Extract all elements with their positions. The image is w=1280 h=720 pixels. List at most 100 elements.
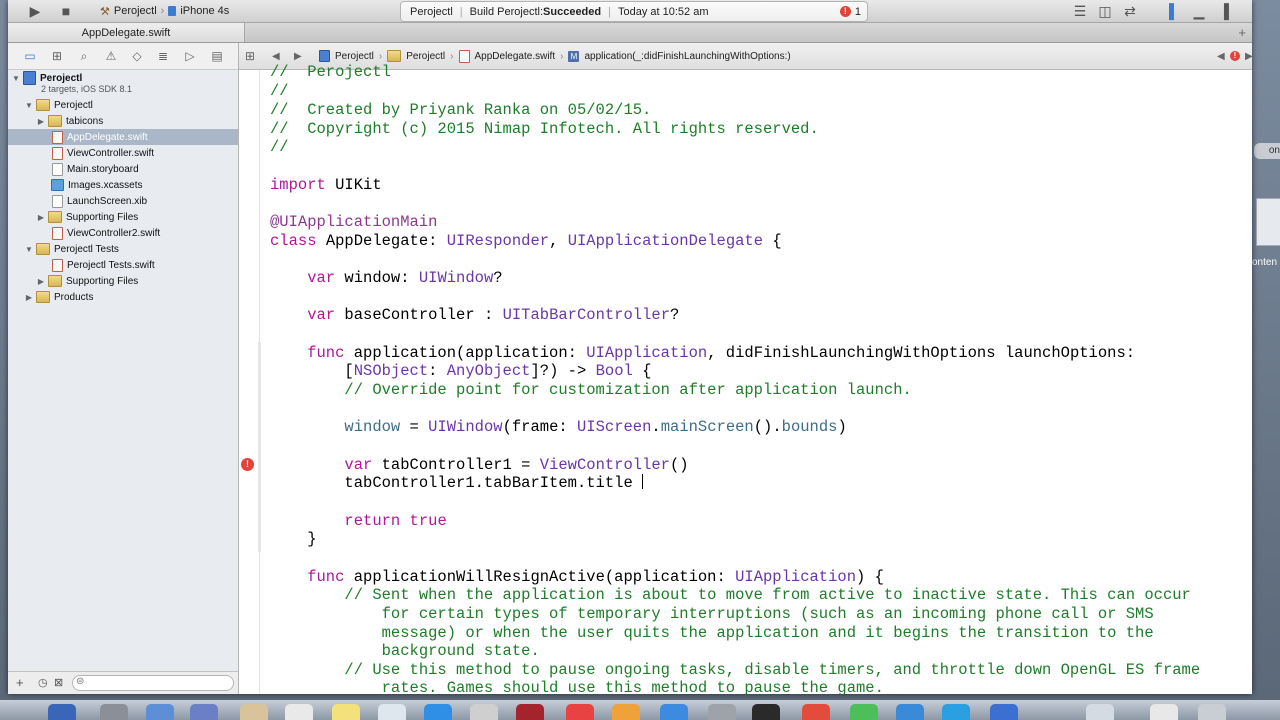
jump-bar: ⊞ ◀ ▶ Perojectl › Perojectl › AppDelegat… [239,43,1252,70]
tree-item[interactable]: ViewController.swift [8,145,238,161]
xcode-icon[interactable] [896,704,924,720]
breadcrumb-group[interactable]: Perojectl [406,51,445,62]
symbol-navigator-icon[interactable]: ⊞ [49,49,65,63]
safari-icon[interactable] [146,704,174,720]
error-icon[interactable]: ! [1230,43,1240,69]
reminders-icon[interactable] [378,704,406,720]
tree-item[interactable]: ▶ Supporting Files [8,273,238,289]
launchpad-icon[interactable] [100,704,128,720]
desktop-file-icon[interactable] [1256,198,1280,246]
breadcrumb-project[interactable]: Perojectl [335,51,374,62]
project-subtitle-row: 2 targets, iOS SDK 8.1 [8,83,238,95]
ibooks-icon[interactable] [612,704,640,720]
issues-indicator[interactable]: ! 1 [839,6,861,18]
chrome-icon[interactable] [802,704,830,720]
scheme-selector[interactable]: ⚒ Perojectl › iPhone 4s [100,3,229,19]
breadcrumb-file[interactable]: AppDelegate.swift [475,51,556,62]
disclosure-icon: ▶ [37,116,45,126]
run-icon[interactable]: ▶ [26,3,44,19]
downloads-stack-icon[interactable] [1086,704,1114,720]
activity-project: Perojectl [410,5,453,18]
code-line: // Created by Priyank Ranka on 05/02/15. [270,101,652,119]
text-cursor [642,474,644,489]
code-line: background state. [270,642,540,660]
documents-stack-icon[interactable] [1150,704,1178,720]
finder-icon[interactable] [48,704,76,720]
tree-item[interactable]: LaunchScreen.xib [8,193,238,209]
test-navigator-icon[interactable]: ◇ [129,49,145,63]
source-editor[interactable]: ! // Perojectl // // Created by Priyank … [239,63,1252,694]
terminal-icon[interactable] [752,704,780,720]
navigator-filter-input[interactable]: ⊜ [72,675,234,691]
asset-catalog-icon [51,179,64,191]
issue-navigator-icon[interactable]: ⚠ [103,49,119,63]
mail-icon[interactable] [190,704,218,720]
add-file-icon[interactable]: + [16,675,24,690]
navigator-toggle-icon[interactable]: ▌ [1166,3,1182,19]
itunes-icon[interactable] [566,704,594,720]
debug-navigator-icon[interactable]: ≣ [155,49,171,63]
breadcrumb-method[interactable]: application(_:didFinishLaunchingWithOpti… [584,51,790,62]
desktop-item-label: on [1254,143,1280,159]
tree-item[interactable]: ViewController2.swift [8,225,238,241]
code-fold-ribbon[interactable] [258,342,261,552]
scm-filter-icon[interactable]: ⊠ [54,676,63,689]
error-marker-icon[interactable]: ! [241,458,254,471]
app-store-icon[interactable] [660,704,688,720]
utilities-toggle-icon[interactable]: ▐ [1216,3,1232,19]
xcode-window: ▶ ■ ⚒ Perojectl › iPhone 4s Perojectl | … [8,0,1252,694]
system-preferences-icon[interactable] [708,704,736,720]
navigator-footer: + ◷ ⊠ ⊜ [8,671,238,694]
maps-icon[interactable] [424,704,452,720]
tree-item[interactable]: ▶ Products [8,289,238,305]
stop-icon[interactable]: ■ [58,3,74,19]
notes-icon[interactable] [332,704,360,720]
photos-icon[interactable] [470,704,498,720]
desktop-right-strip: on onten [1252,0,1280,700]
xib-file-icon [52,194,63,208]
debug-area-toggle-icon[interactable]: ▁ [1191,3,1207,19]
code-line-current[interactable]: tabController1.tabBarItem.title [270,474,644,493]
code-line: import UIKit [270,176,382,194]
recent-files-icon[interactable]: ◷ [38,676,48,689]
version-editor-icon[interactable]: ⇄ [1122,3,1138,19]
tree-item[interactable]: ▼ Perojectl [8,97,238,113]
code-line: } [270,530,317,548]
report-navigator-icon[interactable]: ▤ [209,49,225,63]
messages-icon[interactable] [850,704,878,720]
skype-icon[interactable] [942,704,970,720]
breakpoint-navigator-icon[interactable]: ▷ [182,49,198,63]
app-icon[interactable] [990,704,1018,720]
tab-appdelegate[interactable]: AppDelegate.swift [8,23,245,42]
related-items-icon[interactable]: ⊞ [245,43,255,69]
tree-item[interactable]: Images.xcassets [8,177,238,193]
folder-icon [48,211,62,223]
editor-gutter[interactable]: ! [239,70,260,694]
code-line: for certain types of temporary interrupt… [270,605,1154,623]
code-line: [NSObject: AnyObject]?) -> Bool { [270,362,652,380]
disclosure-icon: ▼ [12,73,20,83]
tree-item[interactable]: Perojectl Tests.swift [8,257,238,273]
photo-booth-icon[interactable] [516,704,544,720]
project-navigator-icon[interactable]: ▭ [22,49,38,63]
calendar-icon[interactable] [285,704,313,720]
standard-editor-icon[interactable]: ☰ [1072,3,1088,19]
code-line: // [270,82,289,100]
previous-issue-icon[interactable]: ◀ [1217,43,1225,69]
trash-icon[interactable] [1198,704,1226,720]
assistant-editor-icon[interactable]: ◫ [1097,3,1113,19]
tree-item-selected[interactable]: AppDelegate.swift [8,129,238,145]
next-issue-icon[interactable]: ▶ [1245,43,1252,69]
code-line: class AppDelegate: UIResponder, UIApplic… [270,232,782,250]
disclosure-icon: ▼ [25,100,33,110]
tree-item[interactable]: ▶ tabicons [8,113,238,129]
tree-item-label: Main.storyboard [67,163,139,175]
tree-item-label: Perojectl [54,99,93,111]
contacts-icon[interactable] [240,704,268,720]
tree-item[interactable]: Main.storyboard [8,161,238,177]
tree-item[interactable]: ▶ Supporting Files [8,209,238,225]
tree-item[interactable]: ▼ Perojectl Tests [8,241,238,257]
chevron-right-icon: › [560,50,564,62]
add-tab-icon[interactable]: + [1238,25,1246,40]
find-navigator-icon[interactable]: ⌕ [76,49,92,64]
